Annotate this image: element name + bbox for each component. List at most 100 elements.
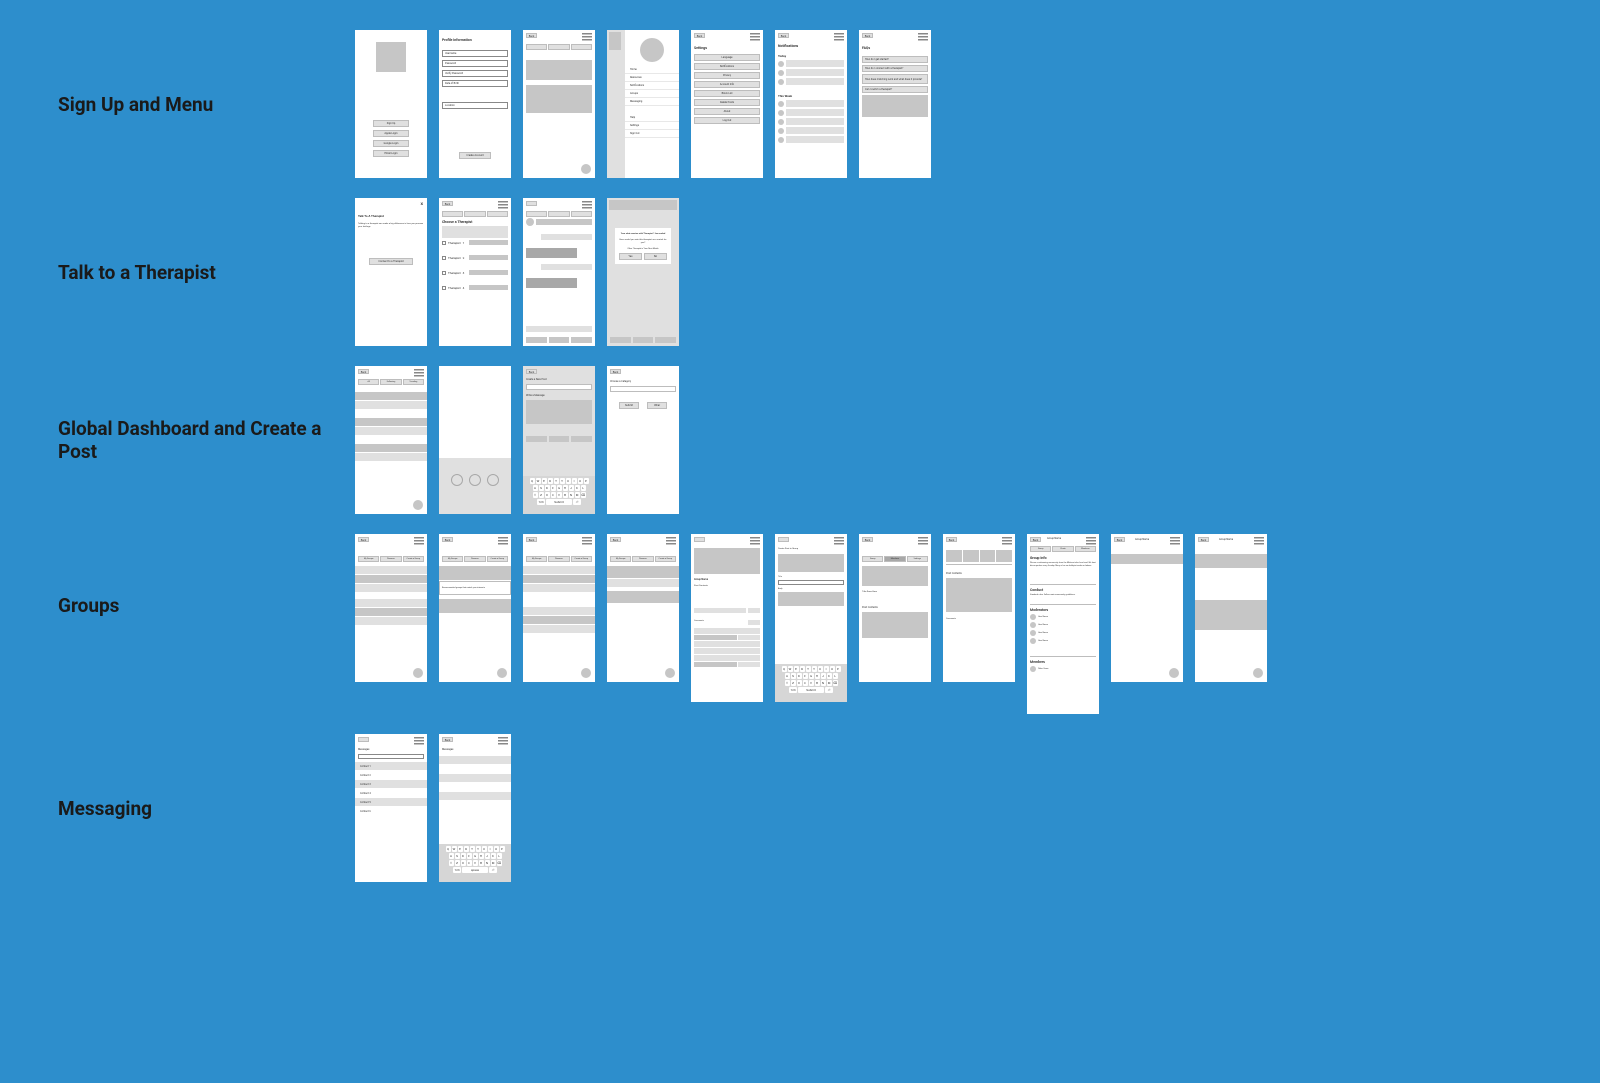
- compose-option[interactable]: [451, 474, 463, 486]
- back-button[interactable]: Back: [442, 201, 453, 206]
- settings-row[interactable]: Delete Posts: [694, 99, 760, 106]
- group-row[interactable]: [523, 584, 595, 592]
- settings-row[interactable]: Privacy: [694, 72, 760, 79]
- message-textarea[interactable]: [526, 400, 592, 424]
- other-button[interactable]: Other: [647, 402, 667, 409]
- back-button[interactable]: [358, 737, 369, 742]
- search-input[interactable]: [358, 754, 424, 759]
- modal-yes-button[interactable]: Yes: [619, 253, 642, 260]
- fab-button[interactable]: [1253, 668, 1263, 678]
- username-field[interactable]: Username: [442, 50, 508, 57]
- fab-button[interactable]: [413, 500, 423, 510]
- group-card[interactable]: [439, 599, 511, 613]
- fab-button[interactable]: [665, 668, 675, 678]
- hamburger-icon[interactable]: [1254, 537, 1264, 545]
- feed-item[interactable]: [355, 427, 427, 435]
- keyboard[interactable]: QWERTYUIOP ASDFGHJKL ⇧ZXCVBNM⌫ 123space⏎: [439, 844, 511, 882]
- group-row[interactable]: [523, 607, 595, 615]
- post-title-field[interactable]: [778, 580, 844, 585]
- back-button[interactable]: [526, 201, 537, 206]
- suggestion[interactable]: [526, 436, 547, 442]
- password-field[interactable]: Password: [442, 60, 508, 67]
- faq-item[interactable]: How do I connect with a therapist?: [862, 65, 928, 72]
- hamburger-icon[interactable]: [918, 33, 928, 41]
- location-field[interactable]: Location: [442, 102, 508, 109]
- hamburger-icon[interactable]: [918, 537, 928, 545]
- back-button[interactable]: Back: [358, 537, 369, 542]
- feed-item[interactable]: [355, 453, 427, 461]
- back-button[interactable]: Back: [526, 369, 537, 374]
- faq-item[interactable]: Can I switch a therapist?: [862, 86, 928, 93]
- menu-home[interactable]: Home: [625, 66, 679, 74]
- hamburger-icon[interactable]: [414, 369, 424, 377]
- create-account-button[interactable]: Create Account: [459, 152, 491, 159]
- chat-item[interactable]: [439, 792, 511, 800]
- group-item[interactable]: [355, 608, 427, 616]
- fab-button[interactable]: [581, 668, 591, 678]
- group-item[interactable]: [355, 617, 427, 625]
- back-button[interactable]: Back: [526, 537, 537, 542]
- hamburger-icon[interactable]: [1002, 537, 1012, 545]
- group-item[interactable]: [355, 575, 427, 583]
- back-button[interactable]: Back: [862, 33, 873, 38]
- back-button[interactable]: [694, 537, 705, 542]
- fab-button[interactable]: [413, 668, 423, 678]
- suggestion[interactable]: [549, 436, 570, 442]
- settings-row[interactable]: About: [694, 108, 760, 115]
- message-row[interactable]: Contact 2: [355, 771, 427, 779]
- hamburger-icon[interactable]: [414, 737, 424, 745]
- verify-password-field[interactable]: Verify Password: [442, 70, 508, 77]
- hamburger-icon[interactable]: [582, 537, 592, 545]
- back-button[interactable]: Back: [862, 537, 873, 542]
- feed-item[interactable]: [355, 401, 427, 409]
- settings-row[interactable]: Language: [694, 54, 760, 61]
- back-button[interactable]: Back: [526, 33, 537, 38]
- settings-row[interactable]: Block List: [694, 90, 760, 97]
- post-body-field[interactable]: [778, 592, 844, 606]
- back-button[interactable]: Back: [1198, 537, 1209, 542]
- hamburger-icon[interactable]: [582, 201, 592, 209]
- fab-button[interactable]: [497, 668, 507, 678]
- hamburger-icon[interactable]: [582, 33, 592, 41]
- settings-row[interactable]: Notifications: [694, 63, 760, 70]
- hamburger-icon[interactable]: [1170, 537, 1180, 545]
- hamburger-icon[interactable]: [1086, 537, 1096, 545]
- keyboard[interactable]: QWERTYUIOP ASDFGHJKL ⇧ZXCVBNM⌫ 123Submit…: [523, 476, 595, 514]
- hamburger-icon[interactable]: [414, 537, 424, 545]
- back-button[interactable]: Back: [1030, 537, 1041, 542]
- signup-button[interactable]: Sign Up: [373, 120, 409, 127]
- menu-help[interactable]: Help: [625, 114, 679, 122]
- menu-notifications[interactable]: Notifications: [625, 82, 679, 90]
- group-row[interactable]: [523, 625, 595, 633]
- hamburger-icon[interactable]: [750, 33, 760, 41]
- chat-item[interactable]: [439, 756, 511, 764]
- email-login-button[interactable]: Email Login: [373, 150, 409, 157]
- menu-groups[interactable]: Groups: [625, 90, 679, 98]
- group-post[interactable]: [607, 591, 679, 603]
- fab-button[interactable]: [581, 164, 591, 174]
- back-button[interactable]: Back: [442, 737, 453, 742]
- close-icon[interactable]: X: [420, 201, 423, 206]
- back-button[interactable]: Back: [946, 537, 957, 542]
- group-post[interactable]: [607, 566, 679, 578]
- back-button[interactable]: Back: [1114, 537, 1125, 542]
- apple-login-button[interactable]: Apple Login: [373, 130, 409, 137]
- faq-item[interactable]: How do I get started?: [862, 56, 928, 63]
- hamburger-icon[interactable]: [834, 33, 844, 41]
- group-row[interactable]: [523, 566, 595, 574]
- back-button[interactable]: Back: [778, 33, 789, 38]
- category-select[interactable]: [610, 386, 676, 392]
- hamburger-icon[interactable]: [834, 537, 844, 545]
- faq-item[interactable]: How does matching work and what does it …: [862, 74, 928, 84]
- dashboard-tabs[interactable]: AllFollowingTrending: [358, 379, 424, 385]
- chat-input[interactable]: [526, 326, 592, 332]
- back-button[interactable]: Back: [694, 33, 705, 38]
- dob-field[interactable]: Date of Birth: [442, 80, 508, 87]
- message-row[interactable]: Contact 3: [355, 780, 427, 788]
- chat-item[interactable]: [439, 783, 511, 791]
- back-button[interactable]: [778, 537, 789, 542]
- group-row[interactable]: [523, 575, 595, 583]
- message-row[interactable]: Contact 1: [355, 762, 427, 770]
- message-row[interactable]: Contact 5: [355, 798, 427, 806]
- modal-no-button[interactable]: No: [644, 253, 667, 260]
